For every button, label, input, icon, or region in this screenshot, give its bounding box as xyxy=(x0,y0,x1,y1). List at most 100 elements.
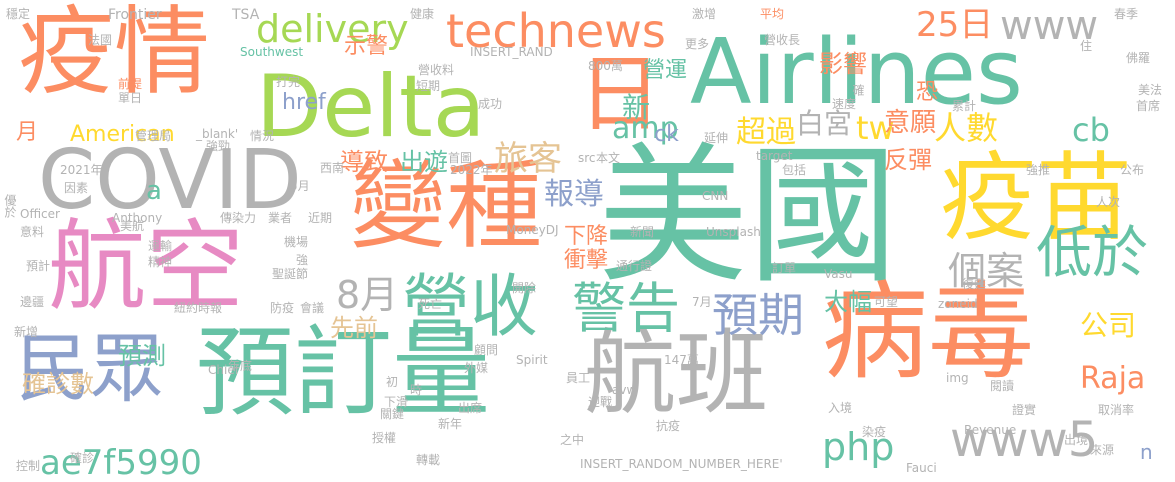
cloud-word: 轉載 xyxy=(416,453,441,467)
cloud-word: 反彈 xyxy=(884,146,932,174)
cloud-word: 訂單 xyxy=(772,261,797,275)
cloud-word: 2021年 xyxy=(60,163,103,177)
cloud-word: 開除 xyxy=(512,281,537,295)
cloud-word: cb xyxy=(1072,111,1110,149)
cloud-word: 近期 xyxy=(308,211,333,225)
cloud-word: 可望 xyxy=(874,295,899,309)
cloud-word: 時 xyxy=(410,383,423,397)
cloud-word: src xyxy=(578,151,596,165)
cloud-word: 法國 xyxy=(88,33,113,47)
cloud-word: 情況 xyxy=(250,129,275,143)
cloud-word: 傳染力 xyxy=(220,211,257,225)
cloud-word: 147萬 xyxy=(664,353,699,367)
cloud-word: 更多 xyxy=(685,37,710,51)
cloud-word: 打完 xyxy=(276,75,301,89)
cloud-word: 初 xyxy=(386,375,399,389)
cloud-word: 因素 xyxy=(64,181,89,195)
cloud-word: 累計 xyxy=(952,99,977,113)
cloud-word: 大幅 xyxy=(824,288,872,316)
cloud-word: 示警 xyxy=(344,34,389,59)
cloud-word: 月 xyxy=(16,120,39,145)
cloud-word: 紐約時報 xyxy=(174,301,223,315)
cloud-word: 穩定 xyxy=(6,7,31,21)
cloud-word: avw xyxy=(612,383,637,397)
cloud-word: Unsplash xyxy=(706,225,761,239)
cloud-word: 新聞 xyxy=(630,225,655,239)
cloud-word: 前提 xyxy=(118,77,143,91)
cloud-word: 5月 xyxy=(290,179,310,193)
cloud-word: 預計 xyxy=(26,259,51,273)
cloud-word: 春季 xyxy=(1114,7,1139,21)
cloud-word: Frontier xyxy=(108,7,162,23)
cloud-word: 防疫 xyxy=(270,301,295,315)
cloud-word: 新年 xyxy=(438,417,463,431)
cloud-word: 7月 xyxy=(692,295,712,309)
cloud-word: 業者 xyxy=(268,211,293,225)
cloud-word: 強勁 xyxy=(206,139,231,153)
cloud-word: 顧問 xyxy=(474,343,499,357)
cloud-word: 機場 xyxy=(284,235,309,249)
cloud-word: 授權 xyxy=(372,431,397,445)
cloud-word: 新增 xyxy=(14,325,39,339)
cloud-word: 外媒 xyxy=(464,361,489,375)
cloud-word: 邊疆 xyxy=(20,295,45,309)
cloud-word: 入境 xyxy=(828,401,853,415)
cloud-word: a xyxy=(146,176,162,206)
cloud-word: 迎戰 xyxy=(588,395,613,409)
cloud-word: 營收長 xyxy=(764,33,801,47)
cloud-word: 首席 xyxy=(1136,99,1161,113)
cloud-word: ae7f5990 xyxy=(40,443,202,482)
cloud-word: 超過 xyxy=(736,115,796,150)
cloud-word: 死亡 xyxy=(418,297,443,311)
cloud-word: Southwest xyxy=(240,45,304,59)
cloud-word: 關鍵 xyxy=(380,407,405,421)
cloud-word: 運輸 xyxy=(148,239,173,253)
cloud-word: 員工 xyxy=(566,371,591,385)
cloud-word: 西南 xyxy=(320,161,345,175)
cloud-word: 下降 xyxy=(564,224,609,249)
cloud-word: 年底 xyxy=(228,359,253,373)
cloud-word: 聖誕節 xyxy=(272,267,309,281)
cloud-word: 閱讀 xyxy=(990,379,1015,393)
cloud-word: 精神 xyxy=(148,255,173,269)
cloud-word: 確 xyxy=(851,84,865,96)
cloud-word: 出境 xyxy=(1064,433,1089,447)
cloud-word: n xyxy=(1140,440,1153,464)
cloud-word: 之中 xyxy=(560,433,585,447)
cloud-word: 取消率 xyxy=(1098,403,1135,417)
cloud-word: 住 xyxy=(1080,39,1093,53)
cloud-word: 本文 xyxy=(596,151,621,165)
cloud-word: 營收料 xyxy=(418,63,455,77)
cloud-word: 激增 xyxy=(692,7,717,21)
cloud-word: 美法 xyxy=(1138,83,1163,97)
cloud-word: 強推 xyxy=(1026,163,1051,177)
cloud-word: TSA xyxy=(232,7,260,23)
cloud-word: target xyxy=(756,149,793,163)
cloud-word: INSERT_RAND xyxy=(470,45,553,59)
cloud-word: 恐 xyxy=(916,80,939,105)
cloud-word: 速度 xyxy=(832,97,857,111)
cloud-word: 公司 xyxy=(1080,309,1137,342)
cloud-word: 2022年 xyxy=(450,163,493,177)
cloud-word: Vasu xyxy=(824,267,853,281)
cloud-word: Spirit xyxy=(516,353,548,367)
cloud-word: 優於 xyxy=(3,194,17,218)
cloud-word: 25日 xyxy=(916,5,994,45)
cloud-word: 預期 xyxy=(712,288,804,342)
cloud-word: 證實 xyxy=(1012,403,1037,417)
cloud-word: 來源 xyxy=(1090,443,1115,457)
cloud-word: 意料 xyxy=(20,225,45,239)
cloud-word: 佛羅 xyxy=(1126,51,1151,65)
cloud-word: Fauci xyxy=(906,461,937,475)
cloud-word: 報導 xyxy=(544,177,604,212)
cloud-word: 會議 xyxy=(300,301,325,315)
cloud-word: 平均 xyxy=(760,7,785,21)
cloud-word: CNN xyxy=(702,189,729,203)
cloud-word: 低於 xyxy=(1036,221,1148,286)
cloud-word: 復甦 xyxy=(962,277,987,291)
cloud-word: Revenue xyxy=(964,423,1017,437)
cloud-word: 管理局 xyxy=(135,129,172,143)
cloud-word: 影響 xyxy=(819,50,867,78)
cloud-word: 健康 xyxy=(410,7,435,21)
cloud-word: zoneid xyxy=(938,297,978,311)
